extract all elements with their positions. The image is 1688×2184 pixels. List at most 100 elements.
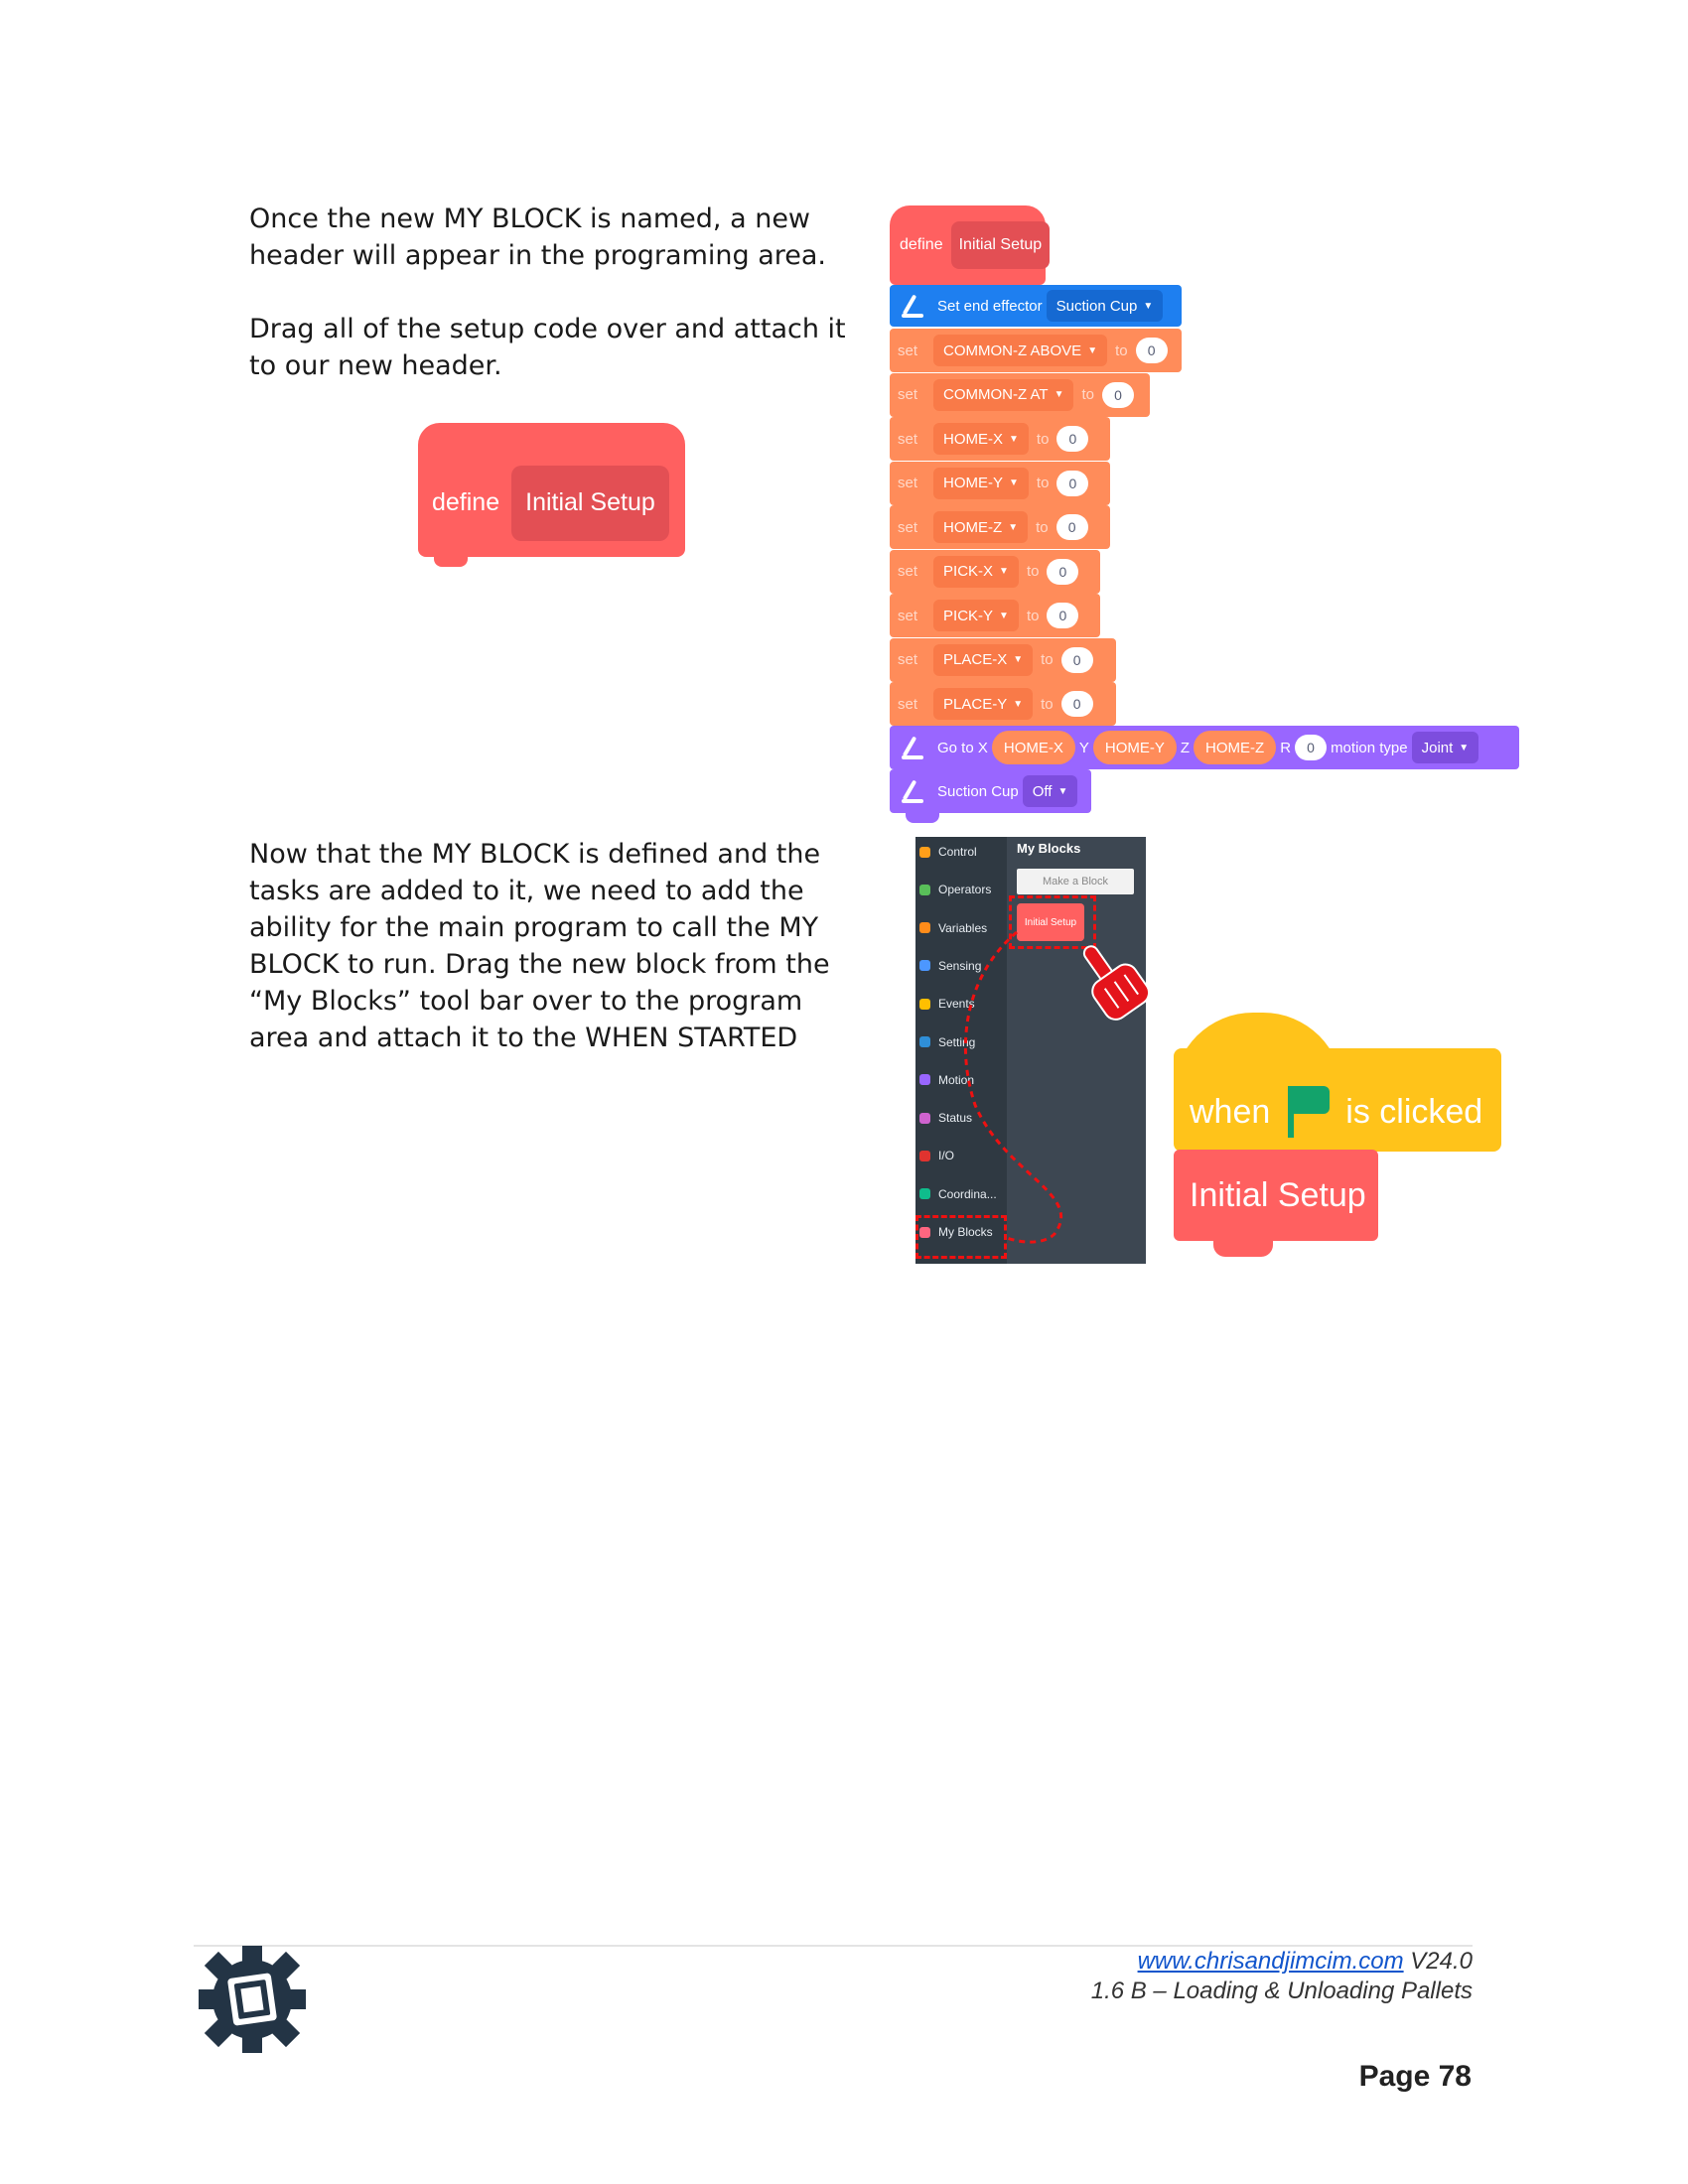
variable-dropdown[interactable]: PICK-Y ▼ <box>933 600 1019 631</box>
set-variable-block: set PLACE-X ▼ to 0 <box>890 637 1116 682</box>
value-input[interactable]: 0 <box>1060 691 1093 717</box>
to-keyword: to <box>1115 341 1128 359</box>
end-effector-label: Set end effector <box>937 297 1043 315</box>
set-keyword: set <box>898 651 918 668</box>
chevron-down-icon: ▼ <box>1009 478 1019 488</box>
set-variable-block: set COMMON-Z ABOVE ▼ to 0 <box>890 329 1182 372</box>
to-keyword: to <box>1026 607 1040 624</box>
variable-name: PLACE-Y <box>943 695 1008 713</box>
chevron-down-icon: ▼ <box>1054 389 1064 400</box>
variable-dropdown[interactable]: HOME-Z ▼ <box>933 511 1029 543</box>
page-number: Page 78 <box>1358 2060 1472 2093</box>
variable-dropdown[interactable]: PLACE-X ▼ <box>933 643 1034 676</box>
suction-cup-block: Suction Cup Off ▼ <box>890 769 1091 823</box>
set-keyword: set <box>898 341 918 359</box>
to-keyword: to <box>1041 695 1054 713</box>
chevron-down-icon: ▼ <box>1008 521 1019 533</box>
value-input[interactable]: 0 <box>1060 646 1093 673</box>
end-effector-value: Suction Cup <box>1055 297 1138 315</box>
set-variable-block: set COMMON-Z AT ▼ to 0 <box>890 372 1150 417</box>
variable-dropdown[interactable]: PLACE-Y ▼ <box>933 688 1034 720</box>
suction-label: Suction Cup <box>937 782 1019 800</box>
define-block-name: Initial Setup <box>950 221 1051 269</box>
block-palette: Control Operators Variables Sensing Events Se… <box>915 837 1151 1264</box>
set-keyword: set <box>898 563 918 580</box>
robot-arm-icon <box>898 734 931 761</box>
hand-pointer-icon <box>1082 945 1151 1021</box>
is-clicked-label: is clicked <box>1345 1092 1483 1131</box>
value-input[interactable]: 0 <box>1135 338 1168 363</box>
motion-type-dropdown[interactable]: Joint ▼ <box>1411 732 1479 763</box>
value-input[interactable]: 0 <box>1055 514 1088 540</box>
define-keyword: define <box>900 236 943 253</box>
goto-label: Go to X <box>937 739 988 756</box>
goto-x-reporter[interactable]: HOME-X <box>991 731 1075 764</box>
variable-name: HOME-Z <box>943 518 1003 536</box>
version-text: V24.0 <box>1410 1948 1473 1975</box>
instruction-text: Now that the MY BLOCK is defined and the… <box>249 839 830 1053</box>
variable-name: PLACE-X <box>943 651 1008 668</box>
website-link[interactable]: www.chrisandjimcim.com <box>1138 1948 1404 1975</box>
set-keyword: set <box>898 518 918 536</box>
goto-z-reporter[interactable]: HOME-Z <box>1194 731 1277 764</box>
suction-dropdown[interactable]: Off ▼ <box>1022 775 1078 807</box>
variable-name: PICK-Y <box>943 607 994 624</box>
variable-dropdown[interactable]: HOME-Y ▼ <box>933 467 1029 499</box>
intro-paragraph: Once the new MY BLOCK is named, a new he… <box>249 201 865 384</box>
define-block-large: define Initial Setup <box>418 423 685 567</box>
robot-arm-icon <box>898 292 931 320</box>
value-input[interactable]: 0 <box>1047 558 1079 585</box>
course-title: 1.6 B – Loading & Unloading Pallets <box>1090 1978 1473 2004</box>
chevron-down-icon: ▼ <box>1013 698 1024 710</box>
instruction-paragraph: Now that the MY BLOCK is defined and the… <box>249 836 865 1056</box>
to-keyword: to <box>1036 430 1050 448</box>
set-variable-block: set HOME-Z ▼ to 0 <box>890 505 1110 549</box>
to-keyword: to <box>1036 518 1049 536</box>
set-keyword: set <box>898 430 918 448</box>
set-end-effector-block: Set end effector Suction Cup ▼ <box>890 285 1182 327</box>
to-keyword: to <box>1036 475 1050 491</box>
variable-dropdown[interactable]: COMMON-Z AT ▼ <box>933 378 1074 411</box>
value-input[interactable]: 0 <box>1101 381 1134 408</box>
drag-path <box>963 930 1063 1244</box>
hat-label: when is clicked <box>1190 1086 1482 1138</box>
goto-y-reporter[interactable]: HOME-Y <box>1092 731 1177 764</box>
intro-text-2: Drag all of the setup code over and atta… <box>249 314 846 381</box>
set-variable-block: set HOME-Y ▼ to 0 <box>890 461 1110 505</box>
set-keyword: set <box>898 607 918 624</box>
initial-setup-call-block: Initial Setup <box>1174 1150 1378 1257</box>
goto-r-label: R <box>1280 739 1292 756</box>
set-variable-block: set PICK-X ▼ to 0 <box>890 549 1100 594</box>
robot-arm-icon <box>898 777 931 805</box>
gear-logo-icon <box>199 1946 306 2053</box>
variable-name: COMMON-Z ABOVE <box>943 341 1082 359</box>
set-variable-block: set PICK-Y ▼ to 0 <box>890 594 1100 637</box>
chevron-down-icon: ▼ <box>999 610 1009 621</box>
chevron-down-icon: ▼ <box>1087 344 1098 356</box>
chevron-down-icon: ▼ <box>1057 785 1068 797</box>
motion-type-value: Joint <box>1421 739 1454 756</box>
goto-z-label: Z <box>1180 739 1191 756</box>
chevron-down-icon: ▼ <box>999 566 1009 577</box>
when-label: when <box>1190 1092 1271 1131</box>
end-effector-dropdown[interactable]: Suction Cup ▼ <box>1046 290 1164 322</box>
define-keyword: define <box>432 488 500 516</box>
goto-r-input[interactable]: 0 <box>1295 735 1328 760</box>
footer-link-line: www.chrisandjimcim.com V24.0 <box>1138 1948 1473 1976</box>
when-flag-clicked-block: when is clicked <box>1174 1013 1501 1152</box>
set-variable-block: set HOME-X ▼ to 0 <box>890 417 1110 461</box>
set-keyword: set <box>898 386 918 403</box>
to-keyword: to <box>1041 651 1054 668</box>
variable-name: HOME-Y <box>943 475 1004 491</box>
set-keyword: set <box>898 475 918 491</box>
define-block-name: Initial Setup <box>511 465 669 541</box>
value-input[interactable]: 0 <box>1056 470 1089 496</box>
define-block-small: define Initial Setup <box>890 205 1051 285</box>
set-keyword: set <box>898 695 918 713</box>
variable-dropdown[interactable]: COMMON-Z ABOVE ▼ <box>933 335 1108 366</box>
variable-dropdown[interactable]: HOME-X ▼ <box>933 423 1029 455</box>
value-input[interactable]: 0 <box>1047 603 1079 628</box>
chevron-down-icon: ▼ <box>1143 300 1154 312</box>
variable-dropdown[interactable]: PICK-X ▼ <box>933 555 1019 588</box>
value-input[interactable]: 0 <box>1056 426 1089 452</box>
